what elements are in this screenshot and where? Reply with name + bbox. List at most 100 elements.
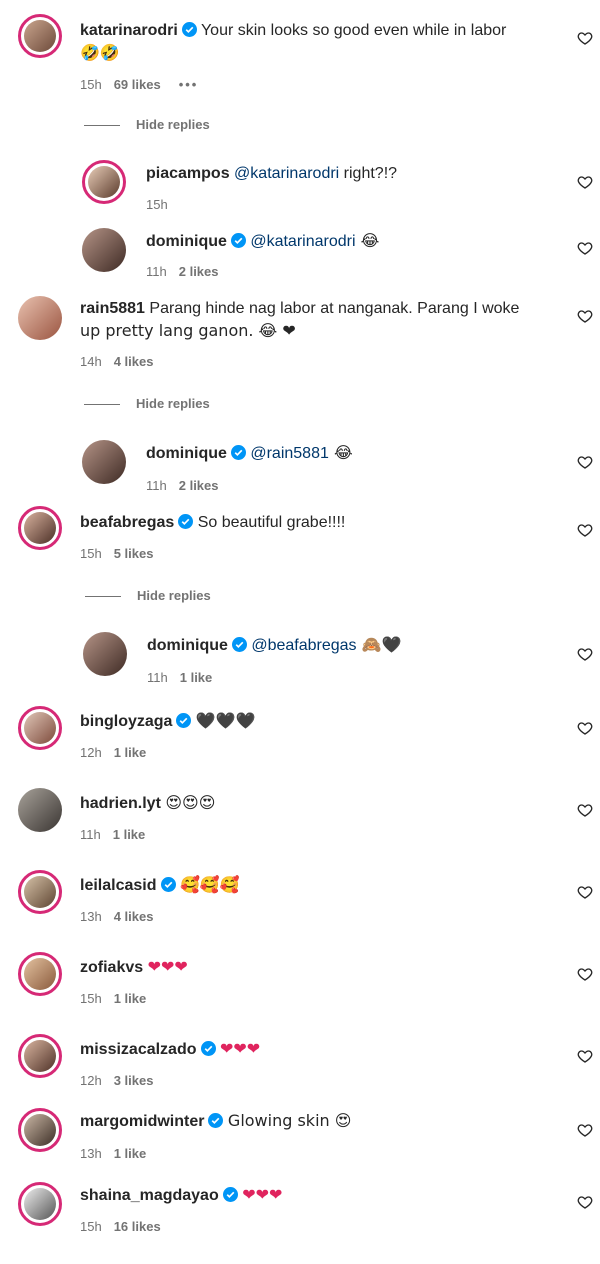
username[interactable]: leilalcasid — [80, 877, 157, 894]
avatar[interactable] — [18, 296, 62, 340]
verified-badge-icon — [208, 1113, 224, 1128]
heart-outline-icon[interactable] — [577, 802, 593, 818]
timestamp: 11h — [146, 478, 167, 493]
avatar[interactable] — [83, 632, 127, 676]
comment-body-emoji: 🤣🤣 — [80, 43, 120, 62]
comment-meta: 12h 3 likes — [80, 1073, 153, 1088]
hide-replies-button[interactable]: Hide replies — [84, 396, 210, 411]
comment-body: Your skin looks so good even while in la… — [200, 22, 507, 39]
timestamp: 13h — [80, 1146, 102, 1161]
avatar[interactable] — [18, 1182, 62, 1226]
avatar[interactable] — [18, 506, 62, 550]
likes-count[interactable]: 16 likes — [114, 1219, 161, 1234]
comment-row: katarinarodri Your skin looks so good ev… — [0, 0, 600, 100]
mention-link[interactable]: @katarinarodri — [234, 165, 339, 182]
comment-meta: 15h 69 likes ••• — [80, 77, 198, 92]
comment-meta: 15h — [146, 197, 168, 212]
comment-meta: 11h 2 likes — [146, 478, 219, 493]
comment-body: 🙈🖤 — [356, 635, 402, 654]
likes-count[interactable]: 4 likes — [114, 354, 154, 369]
username[interactable]: margomidwinter — [80, 1113, 204, 1130]
avatar[interactable] — [82, 160, 126, 204]
comment-body: 😂 — [328, 443, 353, 462]
likes-count[interactable]: 69 likes — [114, 77, 161, 92]
likes-count[interactable]: 1 like — [114, 745, 147, 760]
likes-count[interactable]: 1 like — [113, 827, 146, 842]
comment-text: hadrien.lyt 😍😍😍 — [80, 792, 560, 815]
comment-row: beafabregas So beautiful grabe!!!! 15h 5 … — [0, 500, 600, 575]
mention-link[interactable]: @rain5881 — [250, 445, 329, 462]
avatar[interactable] — [18, 952, 62, 996]
hide-replies-button[interactable]: Hide replies — [84, 117, 210, 132]
heart-outline-icon[interactable] — [577, 308, 593, 324]
comment-meta: 11h 1 like — [147, 670, 212, 685]
timestamp: 15h — [80, 991, 102, 1006]
heart-outline-icon[interactable] — [577, 1122, 593, 1138]
comment-row: shaina_magdayao ❤❤❤ 15h 16 likes — [0, 1176, 600, 1256]
comment-meta: 15h 16 likes — [80, 1219, 161, 1234]
mention-link[interactable]: @katarinarodri — [250, 233, 355, 250]
username[interactable]: dominique — [147, 637, 228, 654]
verified-badge-icon — [222, 1187, 238, 1202]
username[interactable]: dominique — [146, 233, 227, 250]
heart-outline-icon[interactable] — [577, 30, 593, 46]
avatar[interactable] — [18, 1108, 62, 1152]
comment-text: dominique @katarinarodri 😂 — [146, 230, 566, 253]
likes-count[interactable]: 3 likes — [114, 1073, 154, 1088]
avatar[interactable] — [82, 440, 126, 484]
reply-row: dominique @beafabregas 🙈🖤 11h 1 like — [0, 622, 600, 692]
verified-badge-icon — [178, 514, 194, 529]
hide-replies-button[interactable]: Hide replies — [85, 588, 211, 603]
avatar[interactable] — [82, 228, 126, 272]
heart-outline-icon[interactable] — [577, 1194, 593, 1210]
comment-row: margomidwinter Glowing skin 😍 13h 1 like — [0, 1102, 600, 1177]
avatar[interactable] — [18, 870, 62, 914]
heart-outline-icon[interactable] — [577, 1048, 593, 1064]
heart-outline-icon[interactable] — [577, 646, 593, 662]
comment-body: ❤❤❤ — [219, 1039, 261, 1058]
username[interactable]: zofiakvs — [80, 959, 143, 976]
mention-link[interactable]: @beafabregas — [251, 637, 356, 654]
username[interactable]: bingloyzaga — [80, 713, 172, 730]
username[interactable]: dominique — [146, 445, 227, 462]
avatar[interactable] — [18, 706, 62, 750]
avatar[interactable] — [18, 14, 62, 58]
username[interactable]: hadrien.lyt — [80, 795, 161, 812]
reply-row: dominique @katarinarodri 😂 11h 2 likes — [0, 218, 600, 278]
comment-row: zofiakvs ❤❤❤ 15h 1 like — [0, 946, 600, 1021]
comment-body: right?!? — [339, 165, 398, 182]
likes-count[interactable]: 2 likes — [179, 264, 219, 278]
timestamp: 11h — [80, 827, 101, 842]
verified-badge-icon — [181, 22, 197, 37]
heart-outline-icon[interactable] — [577, 522, 593, 538]
timestamp: 11h — [146, 264, 167, 278]
verified-badge-icon — [160, 877, 176, 892]
timestamp: 12h — [80, 1073, 102, 1088]
likes-count[interactable]: 4 likes — [114, 909, 154, 924]
comment-text: shaina_magdayao ❤❤❤ — [80, 1184, 560, 1207]
username[interactable]: beafabregas — [80, 514, 174, 531]
username[interactable]: missizacalzado — [80, 1041, 197, 1058]
likes-count[interactable]: 2 likes — [179, 478, 219, 493]
comment-body: So beautiful grabe!!!! — [197, 514, 346, 531]
likes-count[interactable]: 1 like — [114, 1146, 147, 1161]
heart-outline-icon[interactable] — [577, 240, 593, 256]
username[interactable]: katarinarodri — [80, 22, 178, 39]
username[interactable]: piacampos — [146, 165, 230, 182]
likes-count[interactable]: 1 like — [180, 670, 213, 685]
username[interactable]: rain5881 — [80, 300, 145, 317]
likes-count[interactable]: 5 likes — [114, 546, 154, 561]
likes-count[interactable]: 1 like — [114, 991, 147, 1006]
comment-meta: 13h 4 likes — [80, 909, 153, 924]
more-options-button[interactable]: ••• — [179, 77, 199, 92]
comment-row: bingloyzaga 🖤🖤🖤 12h 1 like — [0, 700, 600, 775]
heart-outline-icon[interactable] — [577, 174, 593, 190]
username[interactable]: shaina_magdayao — [80, 1187, 219, 1204]
heart-outline-icon[interactable] — [577, 966, 593, 982]
comment-text: margomidwinter Glowing skin 😍 — [80, 1110, 560, 1133]
avatar[interactable] — [18, 1034, 62, 1078]
heart-outline-icon[interactable] — [577, 454, 593, 470]
heart-outline-icon[interactable] — [577, 884, 593, 900]
avatar[interactable] — [18, 788, 62, 832]
heart-outline-icon[interactable] — [577, 720, 593, 736]
